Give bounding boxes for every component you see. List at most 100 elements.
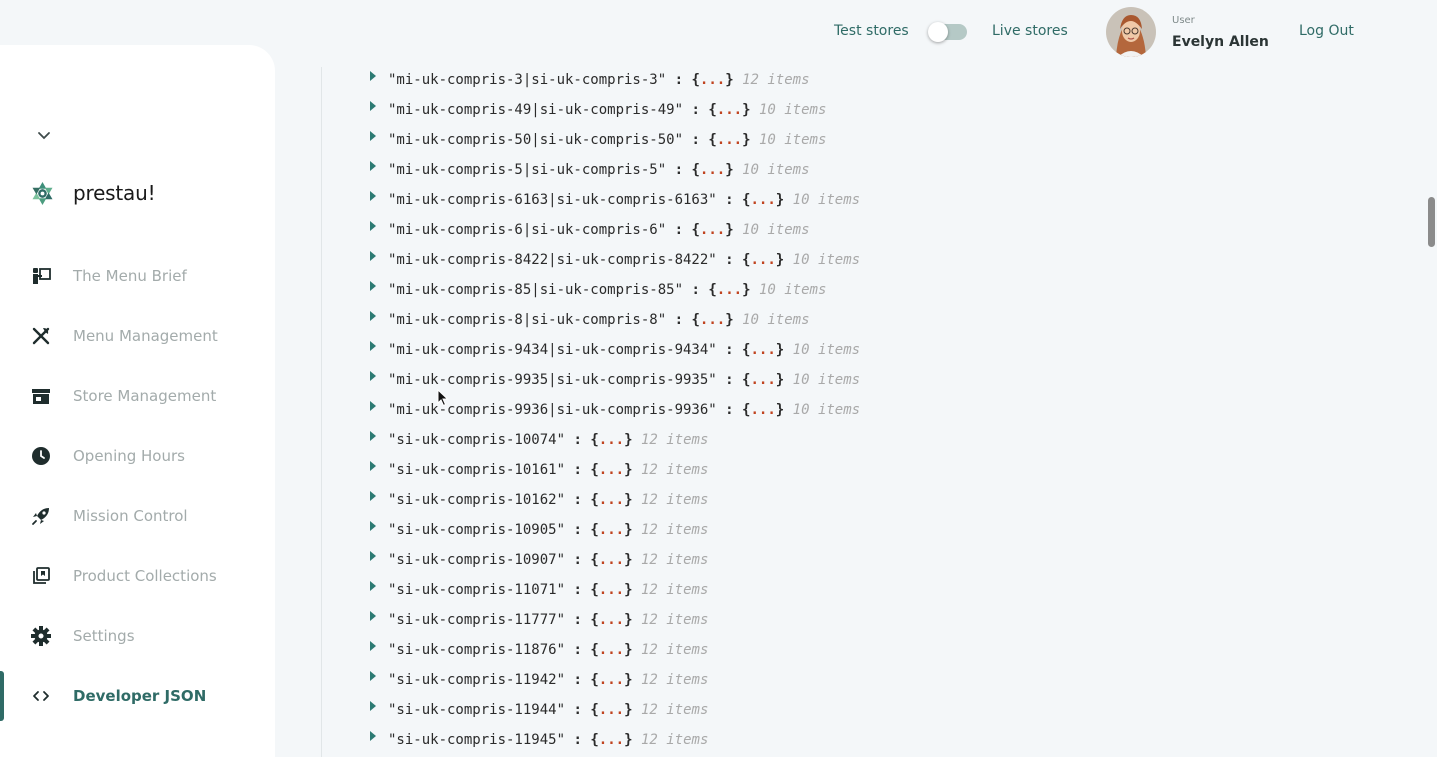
json-ellipsis[interactable]: ... — [700, 222, 725, 238]
sidebar-item-mission-control[interactable]: Mission Control — [0, 496, 275, 536]
expand-arrow-icon[interactable] — [370, 161, 376, 171]
expand-arrow-icon[interactable] — [370, 221, 376, 231]
json-ellipsis[interactable]: ... — [599, 612, 624, 628]
expand-arrow-icon[interactable] — [370, 731, 376, 741]
json-row[interactable]: "mi-uk-compris-50|si-uk-compris-50" : {.… — [322, 127, 1322, 157]
json-key: "mi-uk-compris-9434|si-uk-compris-9434" — [388, 342, 717, 358]
expand-arrow-icon[interactable] — [370, 581, 376, 591]
json-row[interactable]: "si-uk-compris-11777" : {...} 12 items — [322, 607, 1322, 637]
json-row[interactable]: "mi-uk-compris-49|si-uk-compris-49" : {.… — [322, 97, 1322, 127]
json-ellipsis[interactable]: ... — [599, 582, 624, 598]
json-row[interactable]: "si-uk-compris-10905" : {...} 12 items — [322, 517, 1322, 547]
expand-arrow-icon[interactable] — [370, 251, 376, 261]
json-ellipsis[interactable]: ... — [599, 552, 624, 568]
json-ellipsis[interactable]: ... — [717, 282, 742, 298]
json-ellipsis[interactable]: ... — [717, 132, 742, 148]
expand-arrow-icon[interactable] — [370, 401, 376, 411]
sidebar-item-product-collections[interactable]: Product Collections — [0, 556, 275, 596]
json-row[interactable]: "si-uk-compris-11942" : {...} 12 items — [322, 667, 1322, 697]
expand-arrow-icon[interactable] — [370, 71, 376, 81]
logout-button[interactable]: Log Out — [1299, 23, 1354, 39]
json-ellipsis[interactable]: ... — [717, 102, 742, 118]
json-row[interactable]: "si-uk-compris-10907" : {...} 12 items — [322, 547, 1322, 577]
expand-arrow-icon[interactable] — [370, 611, 376, 621]
expand-arrow-icon[interactable] — [370, 671, 376, 681]
json-key: "si-uk-compris-10162" — [388, 492, 566, 508]
sidebar-item-menu-management[interactable]: Menu Management — [0, 316, 275, 356]
json-row[interactable]: "mi-uk-compris-9936|si-uk-compris-9936" … — [322, 397, 1322, 427]
expand-arrow-icon[interactable] — [370, 311, 376, 321]
presenter-icon — [33, 268, 51, 284]
json-item-count: 10 items — [742, 162, 810, 178]
expand-arrow-icon[interactable] — [370, 431, 376, 441]
json-row[interactable]: "si-uk-compris-11876" : {...} 12 items — [322, 637, 1322, 667]
json-brace-close: } — [775, 402, 785, 418]
json-ellipsis[interactable]: ... — [750, 252, 775, 268]
json-row[interactable]: "si-uk-compris-10162" : {...} 12 items — [322, 487, 1322, 517]
json-row[interactable]: "si-uk-compris-11944" : {...} 12 items — [322, 697, 1322, 727]
sidebar-item-store-management[interactable]: Store Management — [0, 376, 275, 416]
json-key: "si-uk-compris-10074" — [388, 432, 566, 448]
json-row[interactable]: "mi-uk-compris-3|si-uk-compris-3" : {...… — [322, 67, 1322, 97]
json-ellipsis[interactable]: ... — [599, 432, 624, 448]
json-row[interactable]: "mi-uk-compris-8422|si-uk-compris-8422" … — [322, 247, 1322, 277]
json-key: "mi-uk-compris-8|si-uk-compris-8" — [388, 312, 667, 328]
json-ellipsis[interactable]: ... — [599, 702, 624, 718]
json-colon: : — [573, 492, 582, 508]
expand-arrow-icon[interactable] — [370, 281, 376, 291]
json-ellipsis[interactable]: ... — [599, 732, 624, 748]
sidebar-item-opening-hours[interactable]: Opening Hours — [0, 436, 275, 476]
expand-arrow-icon[interactable] — [370, 131, 376, 141]
expand-arrow-icon[interactable] — [370, 641, 376, 651]
json-viewer[interactable]: "mi-uk-compris-3|si-uk-compris-3" : {...… — [321, 67, 1421, 757]
json-row[interactable]: "mi-uk-compris-6163|si-uk-compris-6163" … — [322, 187, 1322, 217]
json-row[interactable]: "mi-uk-compris-8|si-uk-compris-8" : {...… — [322, 307, 1322, 337]
sidebar-item-settings[interactable]: Settings — [0, 616, 275, 656]
sidebar-item-developer-json[interactable]: Developer JSON — [0, 671, 275, 721]
json-key: "si-uk-compris-11777" — [388, 612, 566, 628]
expand-arrow-icon[interactable] — [370, 521, 376, 531]
json-ellipsis[interactable]: ... — [599, 522, 624, 538]
json-ellipsis[interactable]: ... — [750, 192, 775, 208]
avatar[interactable] — [1106, 7, 1156, 57]
user-name: Evelyn Allen — [1172, 34, 1269, 50]
json-ellipsis[interactable]: ... — [599, 462, 624, 478]
sidebar-item-menu-brief[interactable]: The Menu Brief — [0, 256, 275, 296]
json-ellipsis[interactable]: ... — [750, 372, 775, 388]
store-environment-toggle[interactable] — [928, 22, 967, 42]
json-row[interactable]: "mi-uk-compris-5|si-uk-compris-5" : {...… — [322, 157, 1322, 187]
expand-arrow-icon[interactable] — [370, 191, 376, 201]
json-ellipsis[interactable]: ... — [750, 402, 775, 418]
json-brace-close: } — [775, 342, 785, 358]
json-ellipsis[interactable]: ... — [700, 312, 725, 328]
brand[interactable]: prestau! — [30, 178, 156, 208]
expand-arrow-icon[interactable] — [370, 371, 376, 381]
expand-arrow-icon[interactable] — [370, 491, 376, 501]
scrollbar-thumb[interactable] — [1428, 197, 1435, 247]
json-ellipsis[interactable]: ... — [750, 342, 775, 358]
json-ellipsis[interactable]: ... — [700, 72, 725, 88]
test-stores-label[interactable]: Test stores — [834, 23, 909, 39]
json-row[interactable]: "si-uk-compris-10161" : {...} 12 items — [322, 457, 1322, 487]
expand-arrow-icon[interactable] — [370, 341, 376, 351]
json-row[interactable]: "mi-uk-compris-6|si-uk-compris-6" : {...… — [322, 217, 1322, 247]
json-item-count: 10 items — [758, 282, 827, 298]
json-row[interactable]: "mi-uk-compris-9434|si-uk-compris-9434" … — [322, 337, 1322, 367]
expand-arrow-icon[interactable] — [370, 101, 376, 111]
json-ellipsis[interactable]: ... — [599, 642, 624, 658]
json-row[interactable]: "si-uk-compris-10074" : {...} 12 items — [322, 427, 1322, 457]
expand-arrow-icon[interactable] — [370, 701, 376, 711]
json-row[interactable]: "mi-uk-compris-9935|si-uk-compris-9935" … — [322, 367, 1322, 397]
json-row-text: "mi-uk-compris-49|si-uk-compris-49" : {.… — [388, 102, 826, 118]
json-row[interactable]: "si-uk-compris-11945" : {...} 12 items — [322, 727, 1322, 757]
json-row[interactable]: "si-uk-compris-11071" : {...} 12 items — [322, 577, 1322, 607]
json-row[interactable]: "mi-uk-compris-85|si-uk-compris-85" : {.… — [322, 277, 1322, 307]
expand-arrow-icon[interactable] — [370, 551, 376, 561]
json-ellipsis[interactable]: ... — [599, 672, 624, 688]
chevron-down-icon[interactable] — [36, 127, 52, 143]
json-ellipsis[interactable]: ... — [700, 162, 725, 178]
expand-arrow-icon[interactable] — [370, 461, 376, 471]
toggle-knob[interactable] — [928, 22, 948, 42]
json-ellipsis[interactable]: ... — [599, 492, 624, 508]
live-stores-label[interactable]: Live stores — [992, 23, 1068, 39]
